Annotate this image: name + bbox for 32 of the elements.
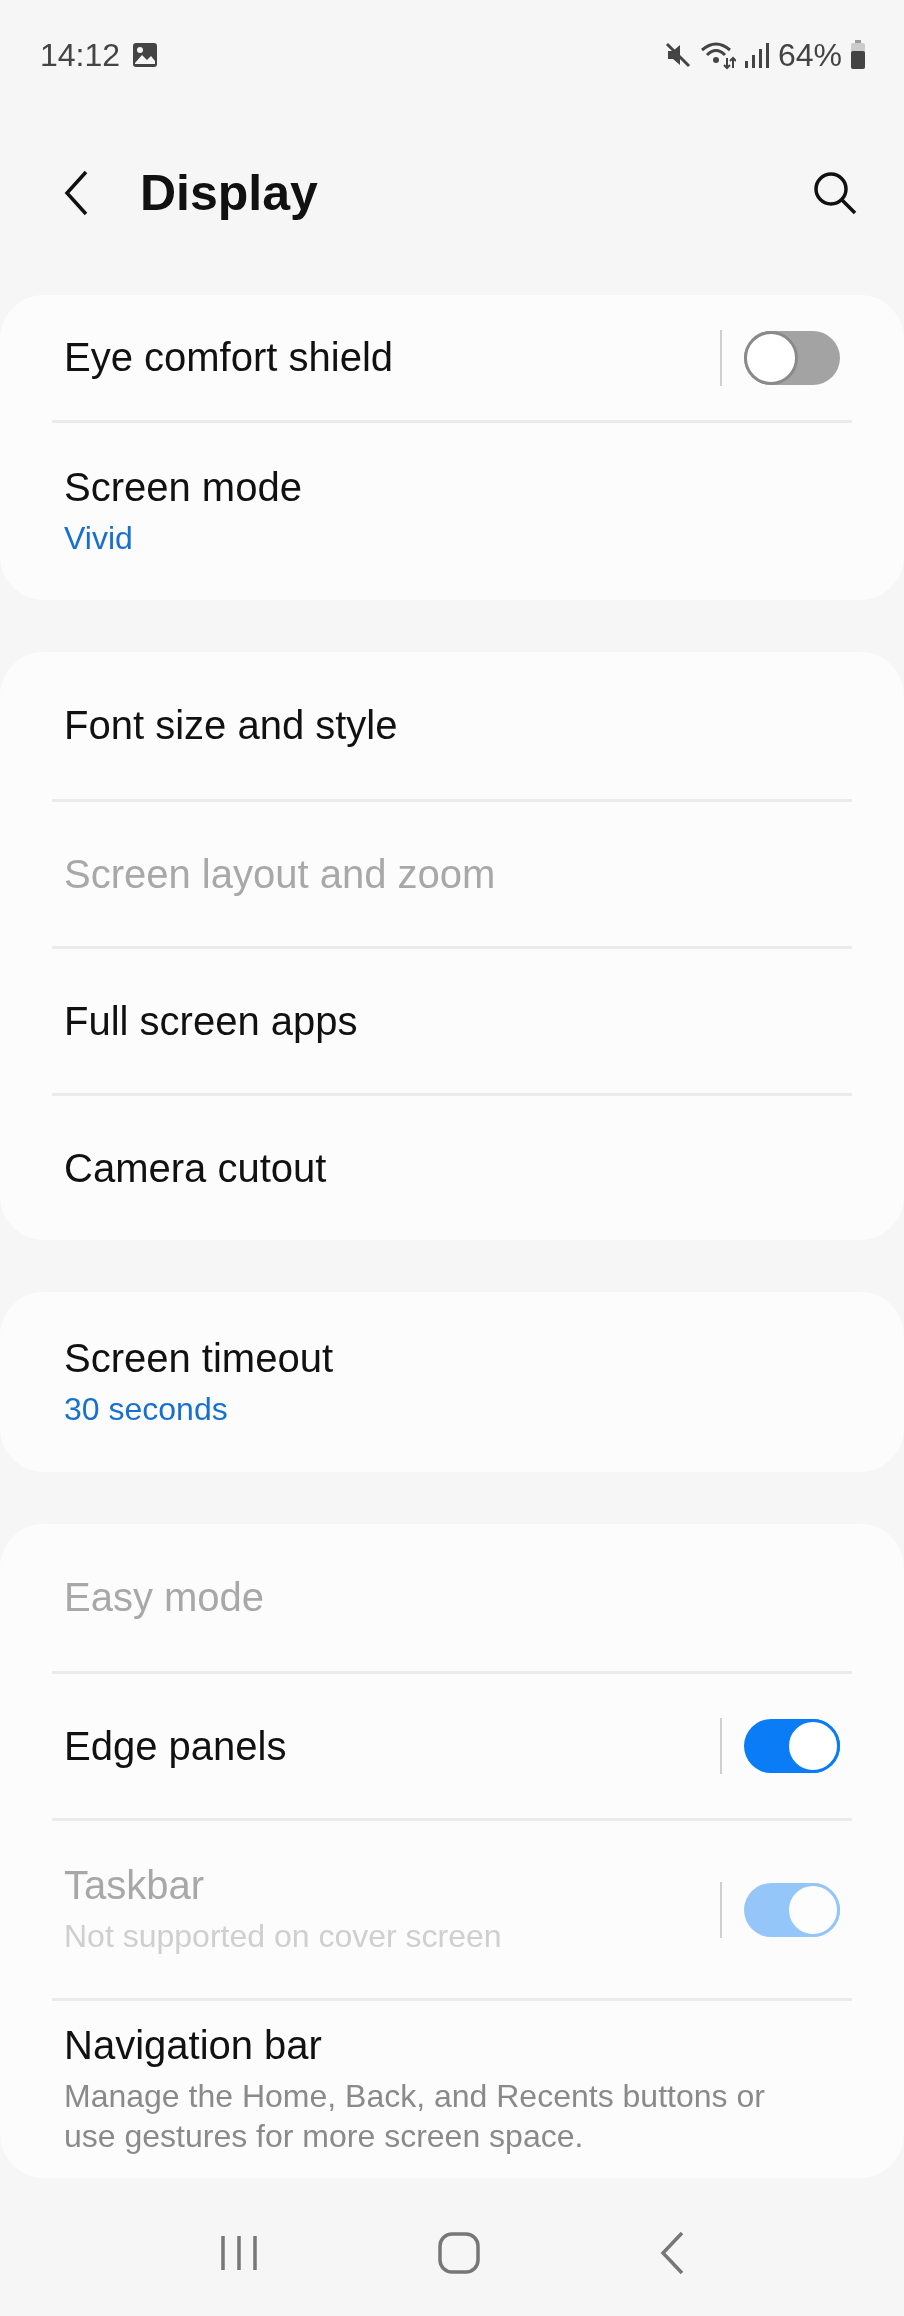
settings-item[interactable]: Camera cutout xyxy=(52,1093,852,1240)
item-title: Eye comfort shield xyxy=(64,335,395,380)
item-value: 30 seconds xyxy=(64,1389,229,1429)
item-title: Easy mode xyxy=(64,1575,266,1620)
image-icon xyxy=(132,42,159,68)
settings-item[interactable]: Font size and style xyxy=(0,652,904,799)
clock-time: 14:12 xyxy=(40,36,121,74)
item-title: Screen layout and zoom xyxy=(64,851,497,897)
settings-item[interactable]: Eye comfort shield xyxy=(0,295,904,420)
item-title: Navigation bar xyxy=(64,2023,323,2068)
item-description: Manage the Home, Back, and Recents buttons or use gestures for more screen space. xyxy=(64,2077,766,2156)
toggle-switch[interactable] xyxy=(744,330,840,385)
item-title: Taskbar xyxy=(64,1863,206,1908)
mute-icon xyxy=(663,41,692,69)
item-title: Camera cutout xyxy=(64,1145,328,1191)
settings-item[interactable]: Screen timeout 30 seconds xyxy=(0,1292,904,1472)
item-value: Vivid xyxy=(64,519,134,558)
settings-item[interactable]: Edge panels xyxy=(52,1671,852,1818)
item-title: Full screen apps xyxy=(64,998,359,1044)
item-title: Font size and style xyxy=(64,703,399,748)
wifi-icon xyxy=(699,40,736,70)
item-title: Screen mode xyxy=(64,465,303,510)
toggle-switch[interactable] xyxy=(744,1719,840,1773)
battery-percent: 64% xyxy=(777,36,842,74)
settings-item[interactable]: Navigation bar Manage the Home, Back, and Recents buttons or use gestures for more screen space. xyxy=(52,1998,852,2178)
page-title: Display xyxy=(140,163,318,222)
settings-item[interactable]: Screen mode Vivid xyxy=(52,420,852,600)
settings-item[interactable]: Full screen apps xyxy=(52,946,852,1093)
item-title: Screen timeout xyxy=(64,1335,335,1381)
signal-icon xyxy=(743,41,770,69)
battery-icon xyxy=(850,40,866,70)
item-title: Edge panels xyxy=(64,1723,288,1769)
